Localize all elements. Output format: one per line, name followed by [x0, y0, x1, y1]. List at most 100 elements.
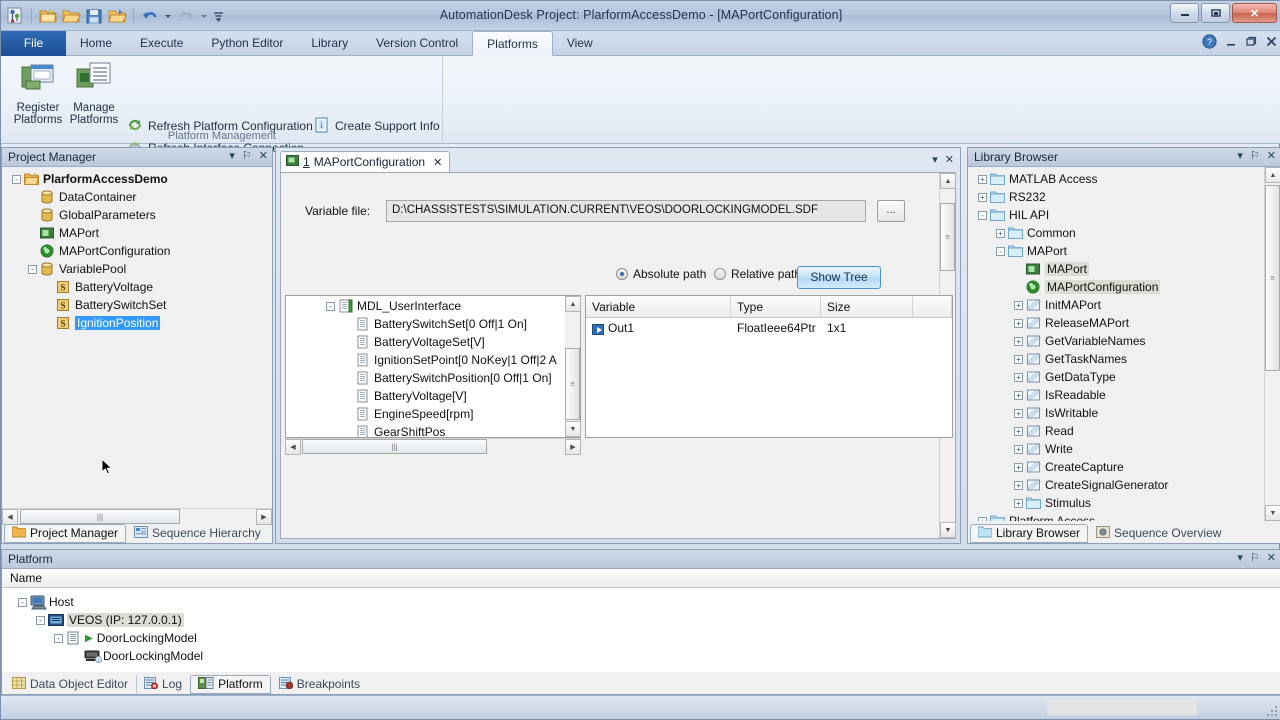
- form-vscroll-up-arrow[interactable]: ▲: [940, 173, 956, 189]
- tree-expander[interactable]: +: [996, 228, 1005, 238]
- model-hscroll-right-arrow[interactable]: ▶: [565, 439, 581, 455]
- tab-platform[interactable]: Platform: [190, 674, 271, 694]
- tree-item[interactable]: + GetVariableNames: [972, 332, 1264, 350]
- tree-expander[interactable]: +: [1014, 390, 1023, 400]
- close-panel-icon[interactable]: ✕: [259, 149, 268, 162]
- tree-item[interactable]: S BatterySwitchSet: [6, 296, 272, 314]
- show-tree-button[interactable]: Show Tree: [797, 266, 881, 289]
- tree-item[interactable]: + CreateSignalGenerator: [972, 476, 1264, 494]
- tree-expander[interactable]: +: [1014, 354, 1023, 364]
- tree-item[interactable]: IgnitionSetPoint[0 NoKey|1 Off|2 A: [290, 351, 580, 369]
- tree-expander[interactable]: -: [18, 597, 27, 607]
- tree-expander[interactable]: +: [1014, 336, 1023, 346]
- minimize-document-icon[interactable]: [1226, 36, 1237, 50]
- tree-expander[interactable]: -: [326, 301, 335, 311]
- document-tab-close-icon[interactable]: ✕: [433, 156, 442, 169]
- pin-icon[interactable]: ⚐: [1250, 551, 1260, 564]
- tree-expander[interactable]: +: [1014, 318, 1023, 328]
- tree-expander[interactable]: +: [978, 174, 987, 184]
- tree-expander[interactable]: -: [54, 633, 63, 643]
- document-close-icon[interactable]: ✕: [945, 153, 954, 166]
- hscroll-thumb[interactable]: |||: [20, 509, 180, 524]
- tree-expander[interactable]: +: [978, 192, 987, 202]
- project-tree[interactable]: - PlarformAccessDemo DataContainer GlobalPa…: [2, 167, 272, 332]
- model-tree-vscrollbar[interactable]: ▲ ▼ ≡: [565, 295, 581, 438]
- tree-item[interactable]: - Host: [6, 593, 1280, 611]
- tab-project-manager[interactable]: Project Manager: [4, 523, 127, 543]
- library-vscroll-up-arrow[interactable]: ▲: [1265, 167, 1280, 183]
- tree-item[interactable]: + ReleaseMAPort: [972, 314, 1264, 332]
- form-vscroll-down-arrow[interactable]: ▼: [940, 522, 956, 538]
- tab-breakpoints[interactable]: Breakpoints: [271, 675, 368, 694]
- model-hscroll-thumb[interactable]: |||: [302, 439, 487, 454]
- model-tree-hscrollbar[interactable]: ◀ ▶ |||: [285, 438, 581, 455]
- close-button[interactable]: ✕: [1232, 3, 1277, 23]
- tree-expander[interactable]: +: [978, 516, 987, 521]
- absolute-path-radio-circle[interactable]: [616, 268, 628, 280]
- tree-item[interactable]: + Common: [972, 224, 1264, 242]
- tree-item[interactable]: S BatteryVoltage: [6, 278, 272, 296]
- browse-file-button[interactable]: ...: [877, 200, 905, 222]
- column-size[interactable]: Size: [821, 296, 913, 317]
- tree-item[interactable]: DataContainer: [6, 188, 272, 206]
- tab-log[interactable]: Log: [136, 674, 190, 694]
- tree-item[interactable]: + GetDataType: [972, 368, 1264, 386]
- tree-item[interactable]: MAPort: [972, 260, 1264, 278]
- tree-item[interactable]: + IsWritable: [972, 404, 1264, 422]
- tree-item[interactable]: - VEOS (IP: 127.0.0.1): [6, 611, 1280, 629]
- tree-expander[interactable]: +: [1014, 480, 1023, 490]
- close-panel-icon[interactable]: ✕: [1267, 551, 1276, 564]
- tree-expander[interactable]: +: [1014, 372, 1023, 382]
- tree-item[interactable]: GlobalParameters: [6, 206, 272, 224]
- tab-execute[interactable]: Execute: [126, 31, 197, 56]
- column-type[interactable]: Type: [731, 296, 821, 317]
- tree-item[interactable]: MAPortConfiguration: [972, 278, 1264, 296]
- platform-tree[interactable]: - Host - VEOS (IP: 127.0.0.1) - ▶ DoorLockingM…: [2, 588, 1280, 665]
- tree-item[interactable]: - VariablePool: [6, 260, 272, 278]
- platform-column-header[interactable]: Name: [2, 569, 1280, 588]
- project-tree-hscrollbar[interactable]: ◀ ▶ |||: [2, 508, 272, 525]
- tree-item[interactable]: + GetTaskNames: [972, 350, 1264, 368]
- restore-document-icon[interactable]: [1246, 36, 1257, 50]
- tree-expander[interactable]: -: [978, 210, 987, 220]
- minimize-button[interactable]: [1170, 3, 1199, 23]
- library-vscroll-down-arrow[interactable]: ▼: [1265, 505, 1280, 521]
- tree-item[interactable]: BatterySwitchSet[0 Off|1 On]: [290, 315, 580, 333]
- relative-path-radio-circle[interactable]: [714, 268, 726, 280]
- model-tree[interactable]: - MDL_UserInterface BatterySwitchSet[0 Off…: [286, 296, 580, 437]
- tree-expander[interactable]: -: [36, 615, 45, 625]
- help-icon[interactable]: ?: [1202, 34, 1217, 52]
- tree-item[interactable]: + CreateCapture: [972, 458, 1264, 476]
- collapse-ribbon-icon[interactable]: [1180, 36, 1193, 50]
- tree-item[interactable]: - HIL API: [972, 206, 1264, 224]
- tree-item[interactable]: + Platform Access: [972, 512, 1264, 521]
- tree-expander[interactable]: +: [1014, 408, 1023, 418]
- register-platforms-button[interactable]: Register Platforms: [11, 59, 65, 127]
- tree-expander[interactable]: +: [1014, 426, 1023, 436]
- tree-item[interactable]: + Read: [972, 422, 1264, 440]
- library-vscrollbar[interactable]: ▲ ▼ ≡: [1264, 167, 1280, 521]
- tab-home[interactable]: Home: [66, 31, 126, 56]
- panel-menu-icon[interactable]: ▾: [1237, 149, 1243, 162]
- relative-path-radio[interactable]: Relative path: [714, 267, 801, 281]
- model-tree-pane[interactable]: - MDL_UserInterface BatterySwitchSet[0 Off…: [285, 295, 581, 438]
- tree-expander[interactable]: +: [1014, 498, 1023, 508]
- tree-item[interactable]: + RS232: [972, 188, 1264, 206]
- tab-platforms[interactable]: Platforms: [472, 31, 553, 56]
- tree-item[interactable]: i DoorLockingModel: [6, 647, 1280, 665]
- model-vscroll-up-arrow[interactable]: ▲: [565, 296, 581, 312]
- tree-expander[interactable]: +: [1014, 300, 1023, 310]
- tree-item[interactable]: BatteryVoltageSet[V]: [290, 333, 580, 351]
- variable-file-input[interactable]: D:\CHASSISTESTS\SIMULATION.CURRENT\VEOS\…: [386, 200, 866, 222]
- form-vscroll-thumb[interactable]: ≡: [940, 203, 955, 271]
- model-vscroll-down-arrow[interactable]: ▼: [565, 421, 581, 437]
- column-variable[interactable]: Variable: [586, 296, 731, 317]
- tree-expander[interactable]: +: [1014, 444, 1023, 454]
- tree-item[interactable]: EngineSpeed[rpm]: [290, 405, 580, 423]
- tree-expander[interactable]: -: [12, 174, 21, 184]
- pin-icon[interactable]: ⚐: [242, 149, 252, 162]
- tree-item[interactable]: S IgnitionPosition: [6, 314, 272, 332]
- tree-item[interactable]: MAPortConfiguration: [6, 242, 272, 260]
- tree-item[interactable]: + MATLAB Access: [972, 170, 1264, 188]
- tree-item[interactable]: MAPort: [6, 224, 272, 242]
